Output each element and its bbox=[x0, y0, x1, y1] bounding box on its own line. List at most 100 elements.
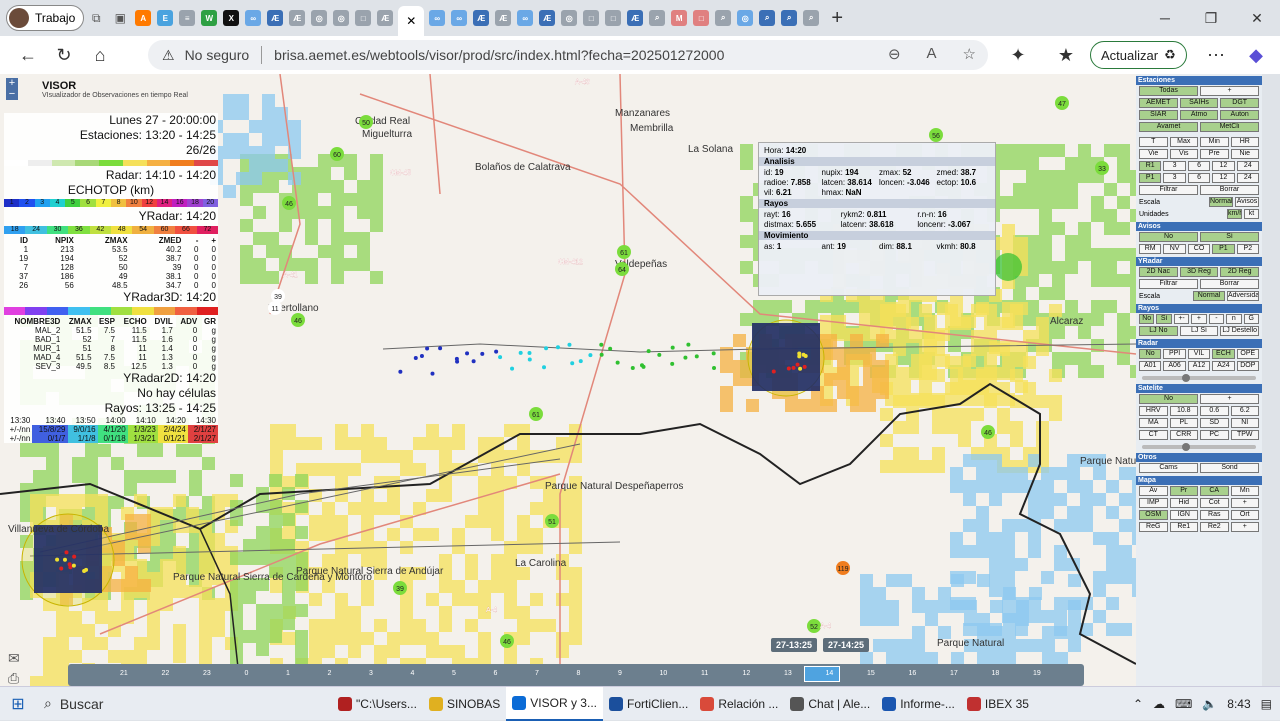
avisos-button[interactable]: P2 bbox=[1236, 244, 1260, 254]
escala-normal-button[interactable]: Normal bbox=[1209, 197, 1233, 207]
station-marker[interactable]: 39 bbox=[393, 581, 407, 595]
more-menu-icon[interactable]: ⋯ bbox=[1198, 40, 1234, 70]
mapa-button[interactable]: ReG bbox=[1139, 522, 1168, 532]
reload-icon[interactable]: ↻ bbox=[46, 40, 82, 70]
mapa-button[interactable]: Cot bbox=[1200, 498, 1229, 508]
mapa-button[interactable]: IGN bbox=[1169, 510, 1198, 520]
rayos-button[interactable]: LJ Destello bbox=[1220, 326, 1260, 336]
station-marker[interactable]: 61 bbox=[617, 245, 631, 259]
yradar-row[interactable]: 37 186 49 38.1 0 0 bbox=[4, 272, 218, 281]
variable-button[interactable]: Max bbox=[1169, 137, 1198, 147]
update-button[interactable]: Actualizar ♻ bbox=[1090, 41, 1187, 69]
tab-favicon[interactable]: □ bbox=[693, 10, 710, 26]
favorite-star-icon[interactable]: ☆ bbox=[963, 45, 976, 63]
satelite-opacity-slider[interactable] bbox=[1142, 443, 1256, 451]
mapa-button[interactable]: IMP bbox=[1139, 498, 1168, 508]
variable-button[interactable]: 24 bbox=[1236, 161, 1260, 171]
rayos-button[interactable]: - bbox=[1208, 314, 1225, 324]
rayos-button[interactable]: Sí bbox=[1156, 314, 1172, 324]
avisos-button[interactable]: CO bbox=[1187, 244, 1211, 254]
radar-button[interactable]: A06 bbox=[1163, 361, 1186, 371]
print-icon[interactable]: ⎙ bbox=[8, 670, 19, 687]
tab-favicon[interactable]: ⌕ bbox=[649, 10, 666, 26]
satelite-button[interactable]: CT bbox=[1139, 430, 1168, 440]
network-icon[interactable]: ⌨ bbox=[1175, 697, 1192, 711]
tab-favicon[interactable]: ⌕ bbox=[781, 10, 798, 26]
variable-button[interactable]: Nie bbox=[1230, 149, 1259, 159]
tab-favicon[interactable]: ◎ bbox=[311, 10, 328, 26]
station-marker[interactable]: 60 bbox=[330, 147, 344, 161]
restore-button[interactable]: ❐ bbox=[1188, 0, 1234, 36]
tab-actions-icon[interactable]: ▣ bbox=[110, 8, 130, 28]
avisos-button[interactable]: NV bbox=[1163, 244, 1186, 254]
satelite-button[interactable]: NI bbox=[1230, 418, 1259, 428]
yradar-row[interactable]: 1 213 53.5 40.2 0 0 bbox=[4, 245, 218, 254]
yradar3d-row[interactable]: MAD_4 51.5 7.5 11 1.3 0 g bbox=[4, 353, 218, 362]
satelite-button[interactable]: CRR bbox=[1169, 430, 1198, 440]
station-marker[interactable]: 51 bbox=[545, 514, 559, 528]
tab-favicon[interactable]: ⌕ bbox=[715, 10, 732, 26]
avisos-button[interactable]: Sí bbox=[1200, 232, 1259, 242]
satelite-button[interactable]: TPW bbox=[1230, 430, 1259, 440]
variable-button[interactable]: 6 bbox=[1187, 173, 1211, 183]
taskbar-app[interactable]: FortiClien... bbox=[603, 687, 694, 721]
taskbar-search[interactable]: ⌕ Buscar bbox=[36, 691, 286, 717]
estaciones-button[interactable]: Atmo bbox=[1179, 110, 1219, 120]
rayos-button[interactable]: + bbox=[1191, 314, 1207, 324]
tab-favicon[interactable]: X bbox=[223, 10, 240, 26]
radar-button[interactable]: A12 bbox=[1187, 361, 1211, 371]
station-marker[interactable]: 64 bbox=[615, 262, 629, 276]
avisos-button[interactable]: RM bbox=[1139, 244, 1162, 254]
station-marker[interactable]: 119 bbox=[836, 561, 850, 575]
station-marker[interactable]: 46 bbox=[291, 313, 305, 327]
mapa-button[interactable]: OSM bbox=[1139, 510, 1168, 520]
station-marker[interactable]: 47 bbox=[1055, 96, 1069, 110]
clock-label[interactable]: 8:43 bbox=[1227, 697, 1250, 711]
yradar-button[interactable]: 2D Reg bbox=[1220, 267, 1260, 277]
yradar3d-row[interactable]: MAL_2 51.5 7.5 11.5 1.7 0 g bbox=[4, 326, 218, 335]
otros-button[interactable]: Sond bbox=[1200, 463, 1259, 473]
estaciones-button[interactable]: MetCli bbox=[1200, 122, 1259, 132]
yradar-row[interactable]: 19 194 52 38.7 0 0 bbox=[4, 254, 218, 263]
mail-icon[interactable]: ✉ bbox=[8, 650, 20, 667]
variable-button[interactable]: HR bbox=[1230, 137, 1259, 147]
station-marker[interactable]: 46 bbox=[282, 196, 296, 210]
satelite-button[interactable]: No bbox=[1139, 394, 1198, 404]
tab-favicon[interactable]: A bbox=[135, 10, 152, 26]
radar-button[interactable]: A24 bbox=[1212, 361, 1235, 371]
variable-button[interactable]: Min bbox=[1200, 137, 1229, 147]
radar-slider-handle[interactable] bbox=[1182, 374, 1190, 382]
satelite-button[interactable]: 10.8 bbox=[1169, 406, 1198, 416]
estaciones-button[interactable]: Auton bbox=[1220, 110, 1260, 120]
station-marker[interactable]: 46 bbox=[981, 425, 995, 439]
active-tab[interactable]: ✕ bbox=[398, 6, 425, 36]
variable-button[interactable]: Vie bbox=[1139, 149, 1168, 159]
taskbar-app[interactable]: "C:\Users... bbox=[332, 687, 423, 721]
variable-button[interactable]: P1 bbox=[1139, 173, 1162, 183]
borrar-button[interactable]: Borrar bbox=[1200, 185, 1259, 195]
variable-button[interactable]: Pre bbox=[1200, 149, 1229, 159]
mapa-button[interactable]: CA bbox=[1200, 486, 1229, 496]
station-marker[interactable]: 33 bbox=[1095, 161, 1109, 175]
tab-favicon[interactable]: ∞ bbox=[517, 10, 534, 26]
variable-button[interactable]: T bbox=[1139, 137, 1168, 147]
mapa-button[interactable]: Av bbox=[1139, 486, 1168, 496]
tab-favicon[interactable]: Æ bbox=[473, 10, 490, 26]
profile-button[interactable]: Trabajo bbox=[6, 5, 85, 31]
tab-favicon[interactable]: □ bbox=[355, 10, 372, 26]
mapa-button[interactable]: + bbox=[1230, 498, 1259, 508]
cell-box[interactable] bbox=[34, 525, 102, 593]
tab-favicon[interactable]: ∞ bbox=[245, 10, 262, 26]
otros-button[interactable]: Cams bbox=[1139, 463, 1198, 473]
rayos-button[interactable]: G bbox=[1243, 314, 1259, 324]
onedrive-icon[interactable]: ☁ bbox=[1153, 697, 1165, 711]
variable-button[interactable]: 12 bbox=[1212, 173, 1235, 183]
tab-favicon[interactable]: □ bbox=[605, 10, 622, 26]
radar-button[interactable]: DOP bbox=[1236, 361, 1260, 371]
cell-circle[interactable] bbox=[994, 253, 1022, 281]
kmh-button[interactable]: km/h bbox=[1227, 209, 1242, 219]
taskbar-app[interactable]: SINOBAS bbox=[423, 687, 506, 721]
estaciones-button[interactable]: + bbox=[1200, 86, 1259, 96]
radar-opacity-slider[interactable] bbox=[1142, 374, 1256, 382]
mapa-button[interactable]: Mn bbox=[1230, 486, 1259, 496]
